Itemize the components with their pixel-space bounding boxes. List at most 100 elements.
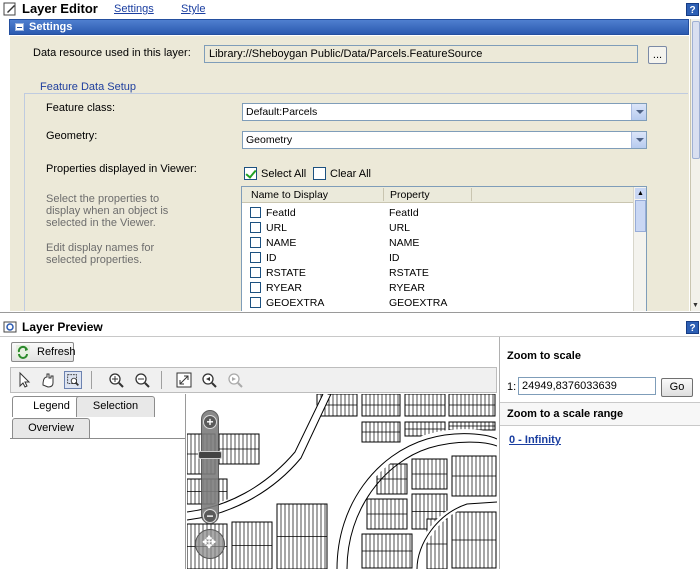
collapse-icon[interactable] xyxy=(15,23,24,31)
editor-scrollbar[interactable]: ▼ xyxy=(690,19,700,311)
scale-panel: Zoom to scale 1: Go Zoom to a scale rang… xyxy=(499,337,700,569)
geometry-select[interactable]: Geometry xyxy=(242,131,647,149)
nav-style-link[interactable]: Style xyxy=(181,3,205,15)
preview-icon xyxy=(3,321,17,333)
select-all-label[interactable]: Select All xyxy=(261,168,306,180)
table-row[interactable]: NAME NAME xyxy=(242,236,634,251)
pan-icon[interactable] xyxy=(39,371,57,389)
chevron-down-icon[interactable] xyxy=(631,132,646,148)
tab-selection[interactable]: Selection xyxy=(76,396,155,417)
zoom-out-icon[interactable] xyxy=(133,371,151,389)
table-scrollbar[interactable]: ▲ xyxy=(633,187,646,311)
table-row[interactable]: URL URL xyxy=(242,221,634,236)
refresh-button[interactable]: Refresh xyxy=(11,342,76,362)
property-cell: NAME xyxy=(389,237,420,249)
scroll-up-icon[interactable]: ▲ xyxy=(635,188,646,199)
display-name-cell[interactable]: RSTATE xyxy=(266,267,306,279)
select-hint-text: Select the properties to display when an… xyxy=(46,193,169,229)
table-row[interactable]: GEOEXTRA GEOEXTRA xyxy=(242,296,634,311)
table-row[interactable]: RYEAR RYEAR xyxy=(242,281,634,296)
settings-section-header[interactable]: Settings xyxy=(9,19,689,35)
geometry-label: Geometry: xyxy=(46,130,98,142)
geometry-value: Geometry xyxy=(246,134,293,146)
scale-prefix: 1: xyxy=(507,381,517,393)
scrollbar-thumb[interactable] xyxy=(635,200,646,232)
edit-icon xyxy=(3,2,16,16)
scale-range-link[interactable]: 0 - Infinity xyxy=(509,434,561,446)
feature-class-label: Feature class: xyxy=(46,102,116,114)
table-row[interactable]: RSTATE RSTATE xyxy=(242,266,634,281)
layer-editor-bar: Layer Editor Settings Style ? xyxy=(0,0,700,18)
scale-input[interactable] xyxy=(518,377,656,395)
zoom-range-label: Zoom to a scale range xyxy=(507,408,624,420)
property-cell: FeatId xyxy=(389,207,419,219)
help-icon[interactable]: ? xyxy=(686,3,699,16)
table-header: Name to Display Property xyxy=(242,187,634,203)
display-name-cell[interactable]: FeatId xyxy=(266,207,296,219)
settings-panel: Data resource used in this layer: Librar… xyxy=(10,36,689,311)
zoom-out-button[interactable]: − xyxy=(203,509,217,523)
chevron-down-icon[interactable] xyxy=(631,104,646,120)
editor-title: Layer Editor xyxy=(22,1,98,16)
property-cell: RYEAR xyxy=(389,282,425,294)
map-view[interactable] xyxy=(187,394,497,569)
property-cell: URL xyxy=(389,222,411,234)
zoom-next-icon[interactable] xyxy=(226,371,244,389)
zoom-in-button[interactable]: + xyxy=(203,415,217,429)
nav-settings-link[interactable]: Settings xyxy=(114,3,154,15)
browse-button[interactable]: ... xyxy=(648,46,667,64)
help-icon[interactable]: ? xyxy=(686,321,699,334)
zoom-to-scale-label: Zoom to scale xyxy=(507,350,581,362)
table-row[interactable]: FeatId FeatId xyxy=(242,206,634,221)
select-all-checkbox[interactable] xyxy=(244,167,257,180)
property-cell: GEOEXTRA xyxy=(389,297,448,309)
row-checkbox[interactable] xyxy=(250,237,261,248)
zoom-slider-handle[interactable] xyxy=(198,451,222,459)
row-checkbox[interactable] xyxy=(250,207,261,218)
zoom-previous-icon[interactable] xyxy=(200,371,218,389)
tab-overview[interactable]: Overview xyxy=(12,418,90,439)
edit-hint-text: Edit display names for selected properti… xyxy=(46,242,155,266)
column-header-property[interactable]: Property xyxy=(390,189,430,201)
column-header-name[interactable]: Name to Display xyxy=(251,189,328,201)
display-name-cell[interactable]: NAME xyxy=(266,237,296,249)
properties-table: Name to Display Property FeatId FeatId U… xyxy=(241,186,647,311)
scroll-down-icon[interactable]: ▼ xyxy=(691,301,700,311)
zoom-rect-icon[interactable] xyxy=(64,371,82,389)
row-checkbox[interactable] xyxy=(250,297,261,308)
zoom-extents-icon[interactable] xyxy=(175,371,193,389)
zoom-range-header: Zoom to a scale range xyxy=(500,402,700,426)
pane-divider[interactable] xyxy=(0,312,700,316)
clear-all-label[interactable]: Clear All xyxy=(330,168,371,180)
zoom-in-icon[interactable] xyxy=(107,371,125,389)
property-cell: ID xyxy=(389,252,400,264)
layer-preview-title: Layer Preview xyxy=(22,320,103,334)
property-cell: RSTATE xyxy=(389,267,429,279)
resource-path-field: Library://Sheboygan Public/Data/Parcels.… xyxy=(204,45,638,63)
feature-data-setup-legend: Feature Data Setup xyxy=(37,81,140,93)
row-checkbox[interactable] xyxy=(250,252,261,263)
resource-label: Data resource used in this layer: xyxy=(33,47,191,59)
legend-body xyxy=(10,438,185,569)
select-arrow-icon[interactable] xyxy=(15,371,33,389)
refresh-label: Refresh xyxy=(37,346,76,358)
row-checkbox[interactable] xyxy=(250,222,261,233)
feature-class-value: Default:Parcels xyxy=(246,106,318,118)
row-checkbox[interactable] xyxy=(250,282,261,293)
display-name-cell[interactable]: GEOEXTRA xyxy=(266,297,324,309)
refresh-icon xyxy=(16,345,30,359)
pan-control[interactable] xyxy=(195,529,225,559)
display-name-cell[interactable]: RYEAR xyxy=(266,282,302,294)
scrollbar-thumb[interactable] xyxy=(692,21,700,159)
display-name-cell[interactable]: ID xyxy=(266,252,277,264)
feature-class-select[interactable]: Default:Parcels xyxy=(242,103,647,121)
map-toolbar xyxy=(10,367,497,393)
properties-label: Properties displayed in Viewer: xyxy=(46,163,197,175)
clear-all-checkbox[interactable] xyxy=(313,167,326,180)
row-checkbox[interactable] xyxy=(250,267,261,278)
parcel-map[interactable] xyxy=(187,394,497,569)
table-row[interactable]: ID ID xyxy=(242,251,634,266)
display-name-cell[interactable]: URL xyxy=(266,222,287,234)
settings-title: Settings xyxy=(29,21,73,33)
go-button[interactable]: Go xyxy=(661,378,693,397)
